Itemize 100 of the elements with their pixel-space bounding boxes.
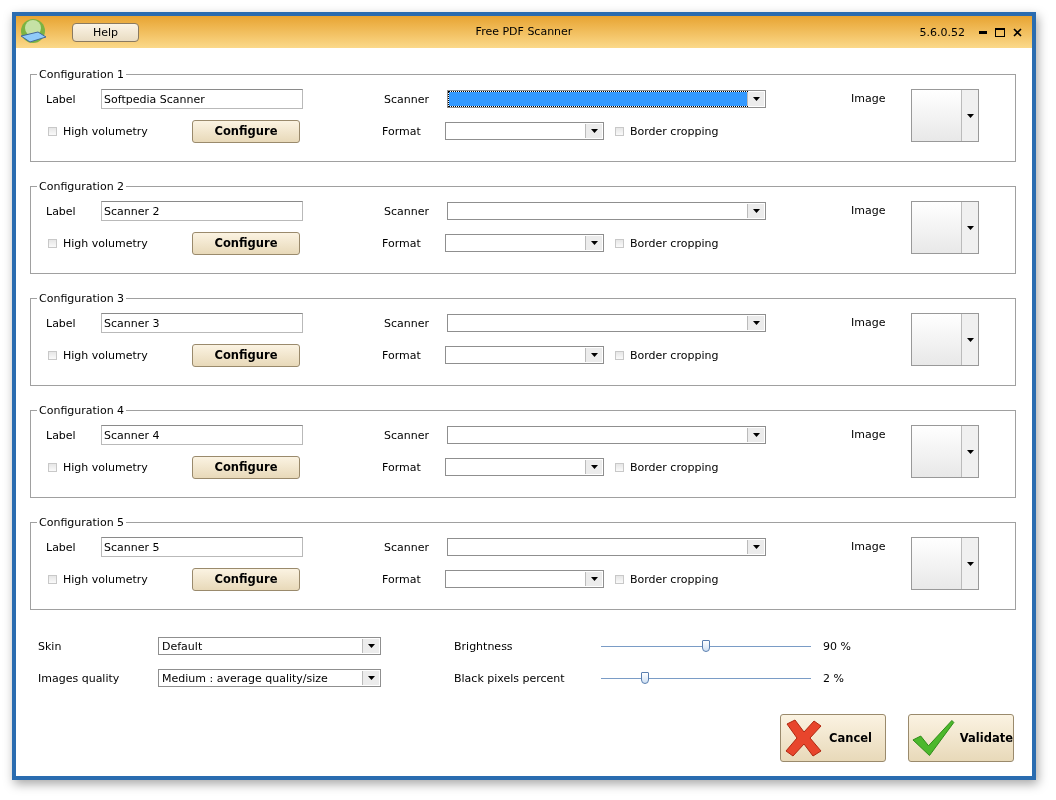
field-label: Image <box>851 540 887 554</box>
minimize-icon[interactable] <box>979 30 987 34</box>
field-label: Label <box>46 428 77 442</box>
checkbox-label: High volumetry <box>63 460 149 474</box>
field-label: Label <box>46 540 77 554</box>
window-title: Free PDF Scanner <box>475 25 573 38</box>
cancel-button[interactable]: Cancel <box>780 714 886 762</box>
checkbox-label: High volumetry <box>63 348 149 362</box>
field-label: Image <box>851 204 887 218</box>
caret-icon <box>590 577 598 581</box>
field-label: Scanner <box>384 316 430 330</box>
group-title: Configuration 2 <box>37 180 127 193</box>
format-dropdown[interactable] <box>445 570 604 588</box>
checkbox[interactable] <box>48 462 57 472</box>
slider-thumb[interactable] <box>641 671 650 684</box>
group-title: Configuration 5 <box>37 516 127 529</box>
image-picker[interactable] <box>911 313 979 366</box>
group-title: Configuration 1 <box>37 68 127 81</box>
caret-icon <box>752 321 760 325</box>
checkbox[interactable] <box>48 350 57 360</box>
caret-icon <box>590 353 598 357</box>
field-label: Image <box>851 92 887 106</box>
checkbox-label: Border cropping <box>630 124 719 138</box>
group-title: Configuration 4 <box>37 404 127 417</box>
caret-icon <box>966 225 974 230</box>
checkbox-label: High volumetry <box>63 236 149 250</box>
checkbox[interactable] <box>615 350 624 360</box>
caret-icon <box>590 241 598 245</box>
field-label: Scanner <box>384 540 430 554</box>
field-label: Scanner <box>384 204 430 218</box>
checkbox-label: Border cropping <box>630 460 719 474</box>
group-title: Configuration 3 <box>37 292 127 305</box>
checkbox-label: Border cropping <box>630 572 719 586</box>
slider-value: 2 % <box>823 671 844 685</box>
quality-dropdown[interactable]: Medium : average quality/size <box>158 669 381 687</box>
field-label: Skin <box>38 639 63 653</box>
field-label: Scanner <box>384 92 430 106</box>
checkbox-label: High volumetry <box>63 124 149 138</box>
checkbox-label: Border cropping <box>630 236 719 250</box>
label-input[interactable]: Scanner 3 <box>101 313 303 333</box>
field-label: Image <box>851 316 887 330</box>
field-label: Label <box>46 204 77 218</box>
checkbox[interactable] <box>615 238 624 248</box>
checkmark-icon <box>911 718 956 758</box>
field-label: Image <box>851 428 887 442</box>
configure-button[interactable]: Configure <box>192 455 300 479</box>
caret-icon <box>367 644 375 648</box>
scanner-globe-icon <box>18 18 48 46</box>
field-label: Format <box>382 124 422 138</box>
validate-button[interactable]: Validate <box>908 714 1014 762</box>
configure-button[interactable]: Configure <box>192 567 300 591</box>
maximize-icon[interactable] <box>995 27 1005 37</box>
caret-icon <box>367 676 375 680</box>
image-picker[interactable] <box>911 201 979 254</box>
field-label: Scanner <box>384 428 430 442</box>
checkbox-label: Border cropping <box>630 348 719 362</box>
format-dropdown[interactable] <box>445 458 604 476</box>
field-label: Format <box>382 572 422 586</box>
checkbox[interactable] <box>48 238 57 248</box>
caret-icon <box>966 449 974 454</box>
checkbox[interactable] <box>48 574 57 584</box>
checkbox[interactable] <box>615 462 624 472</box>
label-input[interactable]: Scanner 4 <box>101 425 303 445</box>
caret-icon <box>752 433 760 437</box>
format-dropdown[interactable] <box>445 122 604 140</box>
version-label: 5.6.0.52 <box>919 25 965 39</box>
field-label: Format <box>382 460 422 474</box>
checkbox-label: High volumetry <box>63 572 149 586</box>
image-picker[interactable] <box>911 425 979 478</box>
scanner-dropdown[interactable] <box>447 90 766 108</box>
configure-button[interactable]: Configure <box>192 231 300 255</box>
configure-button[interactable]: Configure <box>192 119 300 143</box>
image-picker[interactable] <box>911 537 979 590</box>
slider-label: Black pixels percent <box>454 671 566 685</box>
field-label: Label <box>46 316 77 330</box>
close-icon[interactable] <box>1013 27 1022 37</box>
field-label: Images quality <box>38 671 121 685</box>
caret-icon <box>752 97 760 101</box>
field-label: Label <box>46 92 77 106</box>
field-label: Format <box>382 348 422 362</box>
caret-icon <box>966 337 974 342</box>
help-button[interactable]: Help <box>72 22 139 42</box>
caret-icon <box>966 561 974 566</box>
caret-icon <box>966 113 974 118</box>
checkbox[interactable] <box>615 126 624 136</box>
label-input[interactable]: Softpedia Scanner <box>101 89 303 109</box>
label-input[interactable]: Scanner 2 <box>101 201 303 221</box>
image-picker[interactable] <box>911 89 979 142</box>
slider-value: 90 % <box>823 639 851 653</box>
slider-thumb[interactable] <box>702 639 710 652</box>
configure-button[interactable]: Configure <box>192 343 300 367</box>
field-label: Format <box>382 236 422 250</box>
caret-icon <box>590 465 598 469</box>
skin-dropdown[interactable]: Default <box>158 637 381 655</box>
checkbox[interactable] <box>48 126 57 136</box>
caret-icon <box>752 545 760 549</box>
label-input[interactable]: Scanner 5 <box>101 537 303 557</box>
checkbox[interactable] <box>615 574 624 584</box>
format-dropdown[interactable] <box>445 346 604 364</box>
format-dropdown[interactable] <box>445 234 604 252</box>
